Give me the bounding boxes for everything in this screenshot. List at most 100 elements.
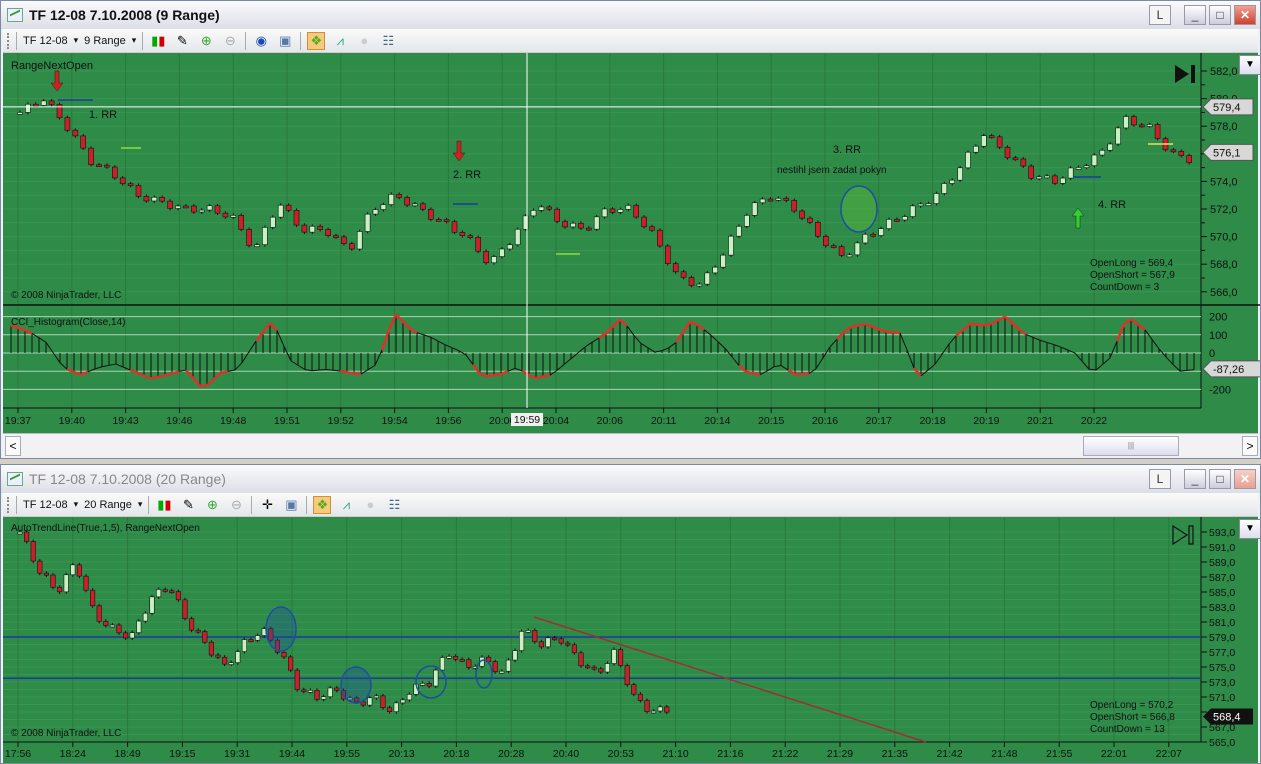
candle-down: [459, 659, 465, 662]
layout-button[interactable]: L: [1149, 5, 1171, 25]
candle-down: [208, 641, 214, 656]
candle-down: [641, 216, 647, 228]
price-axis-label: 585,0: [1209, 587, 1235, 599]
candle-down: [175, 591, 181, 601]
price-chart[interactable]: 582,0580,0578,0576,0574,0572,0570,0568,0…: [3, 53, 1261, 433]
maximize-button[interactable]: □: [1209, 469, 1231, 489]
cci-value-tag-text: -87,26: [1213, 364, 1244, 376]
cci-line-segment: [787, 368, 796, 376]
cci-line-segment: [563, 358, 572, 365]
instrument-dropdown[interactable]: TF 12-08: [23, 499, 78, 511]
time-axis-label: 21:48: [991, 748, 1017, 760]
price-axis-label: 574,0: [1210, 176, 1238, 188]
scroll-thumb[interactable]: |||: [1083, 436, 1179, 456]
candle-down: [633, 205, 640, 218]
cci-line-segment: [38, 337, 47, 343]
candle-up: [206, 205, 213, 211]
candle-up: [149, 596, 155, 614]
maximize-button[interactable]: □: [1209, 5, 1231, 25]
highlight-ellipse: [340, 666, 372, 704]
layout-button[interactable]: L: [1149, 469, 1171, 489]
time-axis-label: 20:40: [553, 748, 579, 760]
drawing-pencil-icon[interactable]: ✎: [179, 496, 197, 514]
cci-line-segment: [395, 313, 404, 323]
candle-up: [909, 205, 916, 217]
strategy-icon[interactable]: ❖: [313, 495, 332, 514]
candle-down: [348, 243, 355, 250]
candlestick-style-icon[interactable]: ▮ ▮: [149, 32, 167, 50]
interval-dropdown[interactable]: 20 Range: [84, 499, 142, 511]
cci-line-segment: [206, 378, 215, 387]
toolbar-grip[interactable]: [7, 32, 10, 49]
candle-down: [334, 687, 340, 691]
sound-icon[interactable]: ●: [355, 32, 373, 50]
drawing-pencil-icon[interactable]: ✎: [173, 32, 191, 50]
cci-line-segment: [997, 315, 1006, 322]
candle-down: [799, 210, 805, 219]
cci-line-segment: [899, 332, 908, 351]
price-chart-canvas[interactable]: 582,0580,0578,0576,0574,0572,0570,0568,0…: [3, 53, 1260, 433]
zoom-in-icon[interactable]: ⊕: [203, 496, 221, 514]
minimize-button[interactable]: _: [1184, 469, 1206, 489]
instrument-dropdown[interactable]: TF 12-08: [23, 35, 78, 47]
candle-down: [293, 210, 300, 226]
time-axis-label: 20:53: [608, 748, 634, 760]
interval-dropdown[interactable]: 9 Range: [84, 35, 136, 47]
copyright-label: © 2008 NinjaTrader, LLC: [11, 728, 122, 739]
minimize-button[interactable]: _: [1184, 5, 1206, 25]
candle-up: [933, 193, 940, 204]
candle-up: [439, 657, 445, 671]
panel-menu-button[interactable]: ▼: [1239, 55, 1261, 75]
horizontal-scrollbar[interactable]: < ||| >: [3, 433, 1258, 457]
price-chart[interactable]: 593,0 591,0 589,0 587,0 585,0 583,0 581,0 579,0…: [3, 517, 1261, 763]
cci-line-segment: [248, 340, 257, 353]
close-button[interactable]: ✕: [1234, 5, 1256, 25]
cci-line-segment: [1186, 369, 1195, 371]
cci-line-segment: [822, 346, 831, 359]
cci-line-segment: [1081, 360, 1090, 370]
globe-icon[interactable]: ◉: [252, 32, 270, 50]
candle-down: [426, 683, 432, 687]
sound-icon[interactable]: ●: [361, 496, 379, 514]
cci-line-segment: [1151, 338, 1160, 350]
scroll-left-button[interactable]: <: [5, 436, 21, 456]
cci-line-segment: [24, 328, 33, 335]
data-box-icon[interactable]: ☷: [379, 32, 397, 50]
zoom-out-icon[interactable]: ⊖: [227, 496, 245, 514]
panel-menu-button[interactable]: ▼: [1239, 519, 1261, 539]
time-axis-label: 19:48: [220, 415, 246, 427]
properties-icon[interactable]: ▣: [276, 32, 294, 50]
data-box-icon[interactable]: ☷: [385, 496, 403, 514]
cci-line-segment: [528, 374, 537, 380]
crosshair-icon[interactable]: ✛: [258, 496, 276, 514]
candle-down: [988, 135, 995, 139]
price-chart-canvas[interactable]: 593,0 591,0 589,0 587,0 585,0 583,0 581,0 579,0…: [3, 517, 1260, 763]
zoom-out-icon[interactable]: ⊖: [221, 32, 239, 50]
candle-down: [822, 235, 829, 246]
candlestick-style-icon[interactable]: ▮ ▮: [155, 496, 173, 514]
close-button[interactable]: ✕: [1234, 469, 1256, 489]
cci-line-segment: [73, 370, 82, 376]
candle-down: [380, 695, 386, 709]
properties-icon[interactable]: ▣: [282, 496, 300, 514]
candle-down: [214, 205, 221, 214]
candle-down: [459, 231, 466, 236]
candle-down: [585, 227, 592, 231]
scroll-right-button[interactable]: >: [1242, 436, 1258, 456]
candle-down: [314, 689, 320, 700]
time-axis-label: 19:37: [5, 415, 31, 427]
zoom-in-icon[interactable]: ⊕: [197, 32, 215, 50]
indicators-icon[interactable]: ⩘: [331, 32, 349, 50]
strategy-icon[interactable]: ❖: [307, 31, 326, 50]
cci-line-segment: [885, 330, 894, 334]
cci-line-segment: [269, 322, 278, 332]
time-axis-label: 21:29: [827, 748, 853, 760]
toolbar-grip[interactable]: [7, 496, 10, 513]
time-axis-label: 20:16: [812, 415, 838, 427]
indicators-icon[interactable]: ⩘: [337, 496, 355, 514]
candle-down: [783, 197, 790, 201]
candle-up: [1146, 124, 1153, 127]
time-axis-label: 20:11: [651, 415, 677, 427]
cci-axis-label: 0: [1209, 348, 1215, 360]
price-axis-label: 568,0: [1210, 259, 1238, 271]
